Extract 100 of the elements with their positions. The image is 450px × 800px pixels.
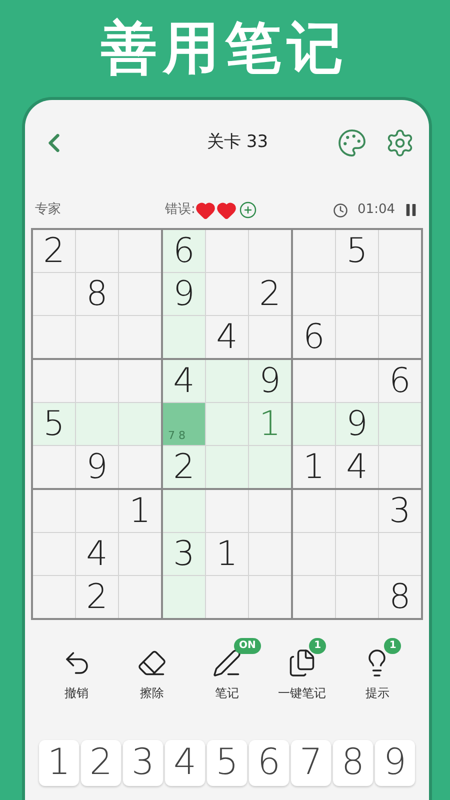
sudoku-cell[interactable]: 1 — [119, 490, 161, 532]
sudoku-cell[interactable]: 3 — [379, 490, 421, 532]
tool-button[interactable]: 擦除 — [116, 638, 187, 702]
cell-digit: 6 — [303, 320, 325, 354]
number-key[interactable]: 4 — [165, 740, 205, 786]
number-key[interactable]: 6 — [249, 740, 289, 786]
sudoku-cell[interactable] — [336, 316, 378, 358]
sudoku-cell[interactable]: 2 — [33, 230, 75, 272]
sudoku-cell[interactable]: 4 — [206, 316, 248, 358]
sudoku-cell[interactable] — [379, 316, 421, 358]
tool-button[interactable]: ON 笔记 — [192, 638, 262, 702]
sudoku-cell[interactable]: 2 — [249, 273, 291, 315]
tool-button[interactable]: 撤销 — [42, 638, 112, 702]
sudoku-cell[interactable] — [206, 576, 248, 618]
palette-icon[interactable] — [337, 128, 367, 158]
sudoku-cell[interactable] — [336, 533, 378, 575]
sudoku-cell[interactable]: 1 — [249, 403, 291, 445]
settings-icon[interactable] — [385, 128, 415, 158]
sudoku-cell[interactable] — [249, 446, 291, 488]
sudoku-cell[interactable] — [379, 446, 421, 488]
sudoku-cell[interactable]: 9 — [163, 273, 205, 315]
number-key[interactable]: 1 — [39, 740, 79, 786]
sudoku-cell[interactable]: 1 — [206, 533, 248, 575]
sudoku-cell[interactable] — [119, 273, 161, 315]
number-key[interactable]: 7 — [291, 740, 331, 786]
add-life-icon[interactable] — [239, 201, 258, 219]
sudoku-cell[interactable] — [293, 490, 335, 532]
sudoku-cell[interactable] — [206, 403, 248, 445]
sudoku-cell[interactable] — [379, 230, 421, 272]
sudoku-cell[interactable]: 5 — [33, 403, 75, 445]
sudoku-cell[interactable] — [119, 230, 161, 272]
sudoku-cell[interactable] — [249, 316, 291, 358]
sudoku-cell[interactable]: 8 — [379, 576, 421, 618]
number-key[interactable]: 2 — [81, 740, 121, 786]
sudoku-cell[interactable] — [379, 273, 421, 315]
tool-button[interactable]: 1 提示 — [342, 638, 412, 702]
sudoku-cell[interactable] — [76, 316, 118, 358]
sudoku-cell[interactable] — [33, 316, 75, 358]
sudoku-cell[interactable] — [33, 533, 75, 575]
sudoku-cell[interactable] — [293, 403, 335, 445]
sudoku-cell[interactable] — [119, 316, 161, 358]
number-key[interactable]: 8 — [333, 740, 373, 786]
sudoku-cell[interactable]: 6 — [163, 230, 205, 272]
sudoku-cell[interactable] — [119, 533, 161, 575]
sudoku-cell[interactable] — [249, 533, 291, 575]
sudoku-cell[interactable] — [336, 273, 378, 315]
sudoku-cell[interactable]: 2 — [76, 576, 118, 618]
sudoku-cell[interactable] — [206, 490, 248, 532]
sudoku-cell[interactable] — [379, 403, 421, 445]
sudoku-cell[interactable]: 9 — [249, 360, 291, 402]
sudoku-cell[interactable]: 8 — [76, 273, 118, 315]
sudoku-cell[interactable] — [119, 360, 161, 402]
sudoku-cell[interactable]: 4 — [163, 360, 205, 402]
sudoku-cell[interactable] — [76, 360, 118, 402]
sudoku-cell[interactable] — [249, 490, 291, 532]
sudoku-cell[interactable] — [33, 490, 75, 532]
sudoku-cell[interactable] — [33, 446, 75, 488]
cell-digit: 2 — [86, 580, 108, 614]
sudoku-cell[interactable]: 6 — [379, 360, 421, 402]
sudoku-cell[interactable] — [206, 273, 248, 315]
sudoku-cell[interactable] — [76, 490, 118, 532]
sudoku-cell[interactable] — [119, 446, 161, 488]
sudoku-cell[interactable] — [336, 576, 378, 618]
sudoku-cell[interactable] — [33, 576, 75, 618]
sudoku-cell[interactable] — [293, 576, 335, 618]
number-key[interactable]: 9 — [375, 740, 415, 786]
sudoku-cell[interactable] — [163, 576, 205, 618]
sudoku-cell[interactable] — [119, 403, 161, 445]
sudoku-cell[interactable] — [206, 230, 248, 272]
sudoku-cell[interactable] — [293, 230, 335, 272]
sudoku-cell[interactable]: 4 — [76, 533, 118, 575]
sudoku-cell[interactable] — [379, 533, 421, 575]
number-key[interactable]: 5 — [207, 740, 247, 786]
sudoku-cell[interactable] — [249, 230, 291, 272]
sudoku-cell[interactable] — [76, 230, 118, 272]
sudoku-cell[interactable] — [76, 403, 118, 445]
sudoku-cell[interactable]: 2 — [163, 446, 205, 488]
sudoku-cell[interactable] — [33, 273, 75, 315]
sudoku-cell[interactable] — [163, 316, 205, 358]
sudoku-cell[interactable] — [293, 273, 335, 315]
sudoku-cell[interactable] — [293, 533, 335, 575]
sudoku-cell[interactable] — [336, 360, 378, 402]
sudoku-cell[interactable]: 3 — [163, 533, 205, 575]
sudoku-cell[interactable] — [119, 576, 161, 618]
timer: 01:04 — [358, 201, 395, 220]
sudoku-cell[interactable] — [206, 360, 248, 402]
tool-button[interactable]: 1 一键笔记 — [267, 638, 338, 702]
sudoku-cell[interactable] — [163, 490, 205, 532]
sudoku-cell[interactable] — [249, 576, 291, 618]
sudoku-cell[interactable]: 1 — [293, 446, 335, 488]
sudoku-cell[interactable]: 9 — [336, 403, 378, 445]
number-key[interactable]: 3 — [123, 740, 163, 786]
sudoku-cell[interactable]: 9 — [76, 446, 118, 488]
sudoku-cell[interactable]: 5 — [336, 230, 378, 272]
sudoku-cell[interactable] — [206, 446, 248, 488]
sudoku-cell[interactable] — [336, 490, 378, 532]
sudoku-cell[interactable]: 6 — [293, 316, 335, 358]
sudoku-cell[interactable] — [293, 360, 335, 402]
sudoku-cell[interactable] — [33, 360, 75, 402]
sudoku-cell[interactable]: 4 — [336, 446, 378, 488]
